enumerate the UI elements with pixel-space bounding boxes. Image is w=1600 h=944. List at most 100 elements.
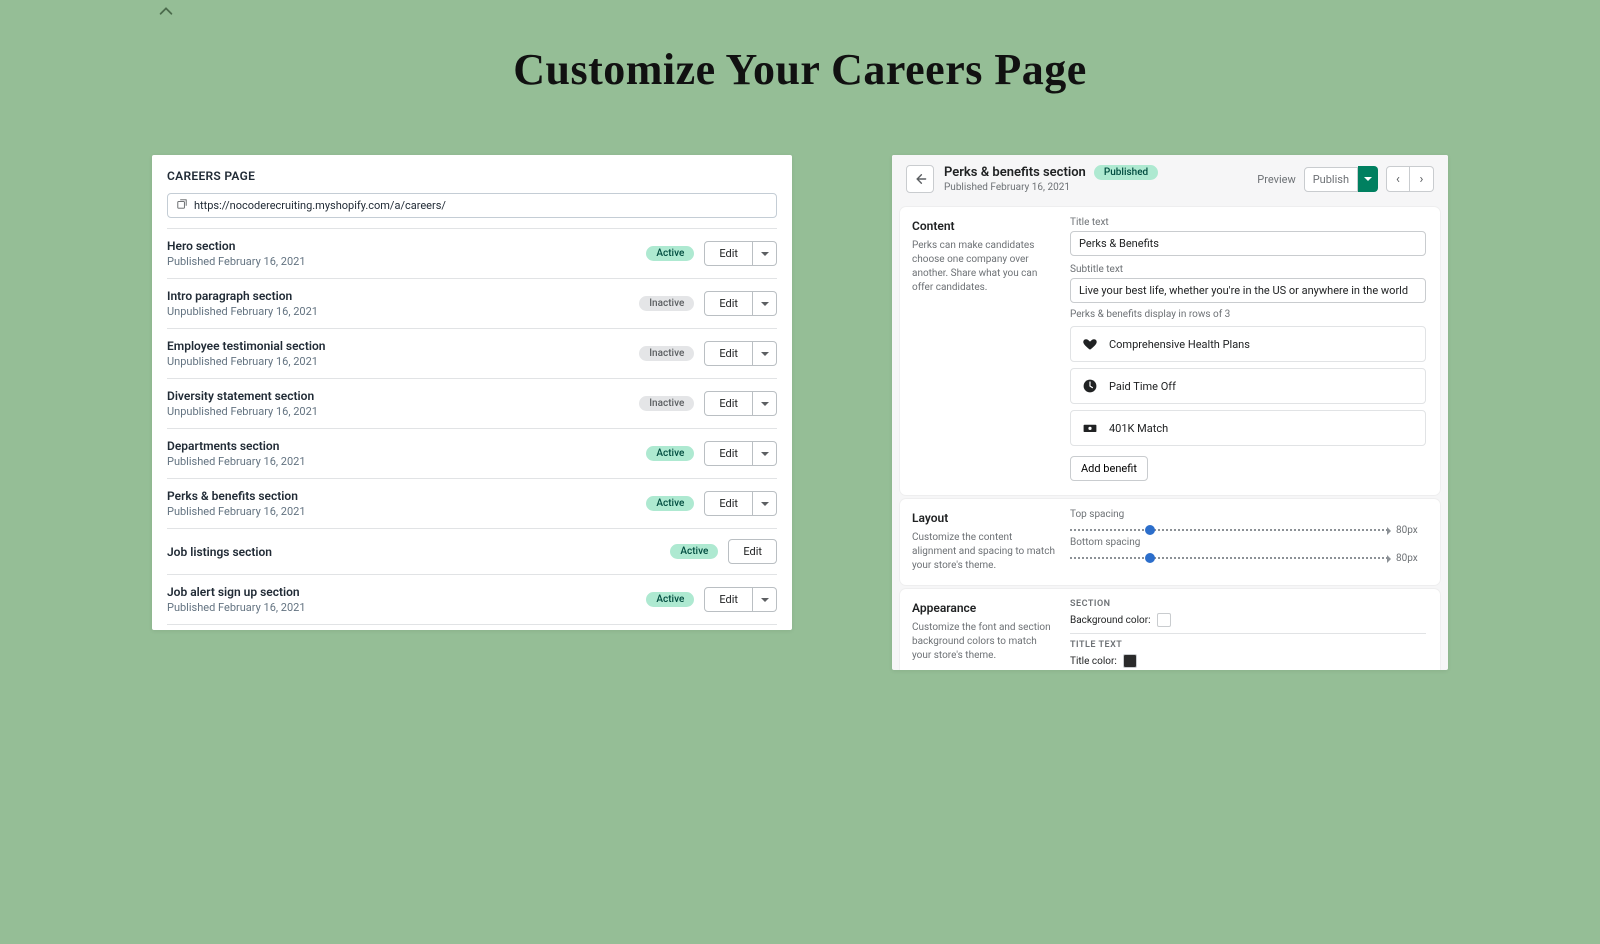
edit-button[interactable]: Edit [704,491,753,516]
section-meta: Unpublished February 16, 2021 [167,305,629,318]
subtitle-text-label: Subtitle text [1070,264,1426,275]
page-title: Customize Your Careers Page [0,44,1600,95]
benefit-item[interactable]: Comprehensive Health Plans [1070,326,1426,362]
edit-dropdown-button[interactable] [753,441,777,466]
benefits-helper-text: Perks & benefits display in rows of 3 [1070,309,1426,320]
edit-button[interactable]: Edit [704,441,753,466]
add-benefit-button[interactable]: Add benefit [1070,456,1148,481]
appearance-card: Appearance Customize the font and sectio… [900,589,1440,670]
edit-dropdown-button[interactable] [753,491,777,516]
section-row: Perks & benefits section Published Februa… [167,479,777,529]
background-color-label: Background color: [1070,615,1151,626]
title-text-label: Title text [1070,217,1426,228]
top-spacing-value: 80px [1396,525,1426,536]
preview-button[interactable]: Preview [1249,168,1303,191]
clock-icon [1081,377,1099,395]
title-color-swatch[interactable] [1123,654,1137,668]
benefit-label: Paid Time Off [1109,380,1176,393]
status-badge: Inactive [639,396,694,411]
bottom-spacing-value: 80px [1396,553,1426,564]
background-color-swatch[interactable] [1157,613,1171,627]
status-badge: Active [646,446,694,461]
appearance-heading: Appearance [912,601,1058,615]
section-row: Employee testimonial section Unpublished … [167,329,777,379]
back-button[interactable] [906,165,934,193]
status-badge: Inactive [639,296,694,311]
section-meta: Published February 16, 2021 [167,601,636,614]
edit-dropdown-button[interactable] [753,291,777,316]
url-text: https://nocoderecruiting.myshopify.com/a… [194,199,446,212]
layout-heading: Layout [912,511,1058,525]
title-text-group-label: TITLE TEXT [1070,640,1426,650]
section-title: Employee testimonial section [167,339,629,353]
edit-button[interactable]: Edit [704,241,753,266]
section-editor-panel: Perks & benefits section Published Publi… [892,155,1448,670]
external-link-icon [176,198,188,213]
section-meta: Unpublished February 16, 2021 [167,405,629,418]
section-title: Diversity statement section [167,389,629,403]
edit-button[interactable]: Edit [704,587,753,612]
section-title: Departments section [167,439,636,453]
content-description: Perks can make candidates choose one com… [912,239,1058,295]
bottom-spacing-label: Bottom spacing [1070,537,1426,548]
status-badge: Inactive [639,346,694,361]
section-row: Diversity statement section Unpublished F… [167,379,777,429]
benefit-item[interactable]: 401K Match [1070,410,1426,446]
section-title: Perks & benefits section [167,489,636,503]
edit-button[interactable]: Edit [704,341,753,366]
section-title: Job listings section [167,545,660,559]
status-badge: Published [1094,165,1158,180]
publish-button[interactable]: Publish [1304,167,1358,192]
edit-dropdown-button[interactable] [753,391,777,416]
title-text-input[interactable] [1070,231,1426,256]
section-row: Job description pageActiveEdit [167,625,777,630]
section-meta: Unpublished February 16, 2021 [167,355,629,368]
benefit-item[interactable]: Paid Time Off [1070,368,1426,404]
cash-icon [1081,419,1099,437]
benefit-label: Comprehensive Health Plans [1109,338,1250,351]
prev-section-button[interactable]: ‹ [1386,166,1410,192]
section-row: Intro paragraph section Unpublished Febru… [167,279,777,329]
section-meta: Published February 16, 2021 [167,505,636,518]
section-meta: Published February 16, 2021 [167,455,636,468]
publish-dropdown[interactable] [1358,166,1378,192]
edit-dropdown-button[interactable] [753,587,777,612]
edit-button[interactable]: Edit [728,539,777,564]
title-color-label: Title color: [1070,656,1117,667]
section-row: Job alert sign up section Published Febru… [167,575,777,625]
sections-list-panel: CAREERS PAGE https://nocoderecruiting.my… [152,155,792,630]
edit-dropdown-button[interactable] [753,241,777,266]
url-box[interactable]: https://nocoderecruiting.myshopify.com/a… [167,193,777,218]
subtitle-text-input[interactable] [1070,278,1426,303]
top-spacing-label: Top spacing [1070,509,1426,520]
status-badge: Active [646,592,694,607]
section-title: Hero section [167,239,636,253]
heart-icon [1081,335,1099,353]
careers-page-header: CAREERS PAGE [167,169,777,183]
editor-title: Perks & benefits section [944,165,1086,180]
layout-description: Customize the content alignment and spac… [912,531,1058,573]
section-row: Hero sectionPublished February 16, 2021A… [167,229,777,279]
editor-subtitle: Published February 16, 2021 [944,182,1158,193]
status-badge: Active [670,544,718,559]
section-row: Departments section Published February 16… [167,429,777,479]
content-card: Content Perks can make candidates choose… [900,207,1440,495]
section-title: Job alert sign up section [167,585,636,599]
section-title: Intro paragraph section [167,289,629,303]
top-spacing-slider[interactable] [1070,523,1388,537]
edit-button[interactable]: Edit [704,391,753,416]
status-badge: Active [646,246,694,261]
chevron-up-icon [157,3,175,26]
edit-dropdown-button[interactable] [753,341,777,366]
next-section-button[interactable]: › [1410,166,1434,192]
layout-card: Layout Customize the content alignment a… [900,499,1440,585]
benefit-label: 401K Match [1109,422,1168,435]
bottom-spacing-slider[interactable] [1070,551,1388,565]
section-row: Job listings section Active Edit [167,529,777,575]
content-heading: Content [912,219,1058,233]
status-badge: Active [646,496,694,511]
edit-button[interactable]: Edit [704,291,753,316]
section-group-label: SECTION [1070,599,1426,609]
appearance-description: Customize the font and section backgroun… [912,621,1058,663]
divider [1070,633,1426,634]
